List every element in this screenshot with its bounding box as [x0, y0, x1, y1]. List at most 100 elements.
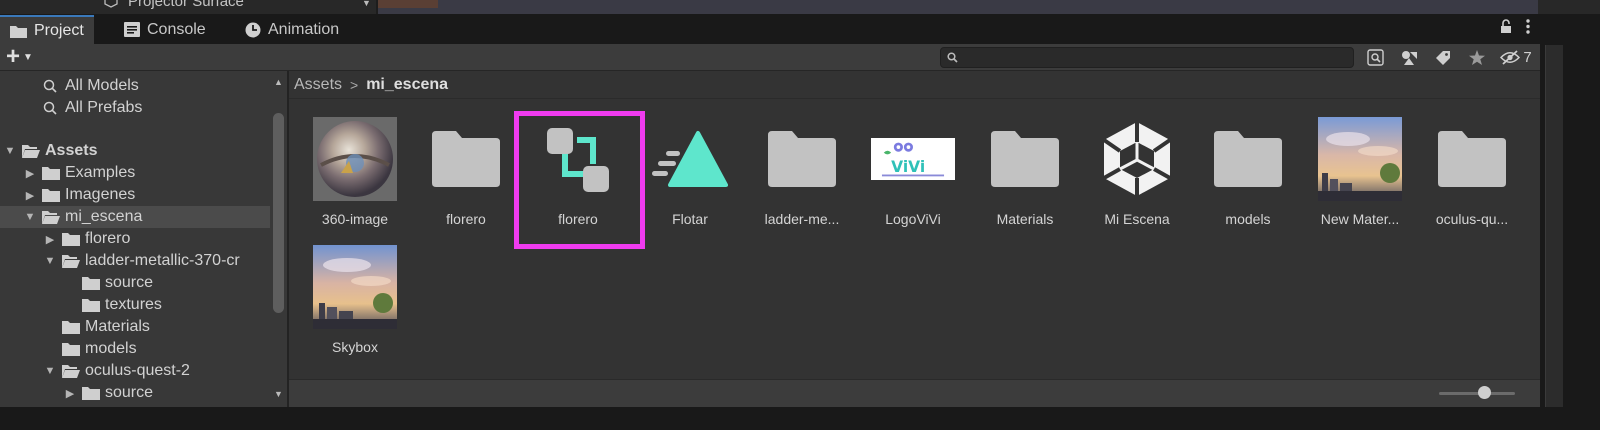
expand-arrow-icon[interactable]: ▼ [24, 211, 36, 223]
expand-arrow-icon[interactable]: ▶ [44, 233, 56, 246]
asset-mi-escena[interactable]: Mi Escena [1081, 117, 1193, 243]
breadcrumb: Assets > mi_escena [289, 71, 1540, 99]
asset-logovivi[interactable]: ViVi LogoViVi [857, 117, 969, 243]
chevron-down-icon: ▼ [23, 51, 33, 63]
folder-icon [62, 343, 80, 356]
zoom-slider-handle[interactable] [1478, 386, 1491, 399]
open-folder-icon [62, 255, 80, 268]
project-toolbar: + ▼ 7 [0, 44, 1540, 71]
asset-materials-folder[interactable]: Materials [969, 117, 1081, 243]
tab-bar: Project Console Animation [0, 15, 1540, 44]
console-icon [124, 22, 140, 37]
asset-label: oculus-qu... [1435, 211, 1509, 227]
breadcrumb-root[interactable]: Assets [294, 76, 342, 94]
tree-item-label: All Models [65, 77, 139, 94]
tree-item-label: florero [85, 230, 131, 247]
hidden-packages-toggle[interactable]: 7 [1494, 47, 1538, 68]
asset-skybox[interactable]: Skybox [299, 245, 411, 371]
lock-icon[interactable] [1500, 19, 1512, 34]
eye-slash-icon [1500, 50, 1521, 65]
search-input[interactable] [963, 48, 1348, 67]
expand-arrow-icon[interactable]: ▶ [24, 167, 36, 180]
tab-console[interactable]: Console [114, 15, 216, 44]
breadcrumb-separator: > [350, 76, 359, 93]
open-folder-icon [22, 145, 40, 158]
asset-florero-folder[interactable]: florero [410, 117, 522, 243]
shapes-icon [1401, 50, 1417, 65]
tab-project[interactable]: Project [0, 15, 94, 44]
folder-icon [768, 131, 836, 187]
asset-new-material[interactable]: New Mater... [1304, 117, 1416, 243]
zoom-slider[interactable] [1439, 392, 1515, 395]
expand-arrow-icon[interactable]: ▶ [64, 387, 76, 400]
tree-scrollbar[interactable]: ▲ ▼ [270, 71, 287, 407]
tree-item-materials[interactable]: Materials [0, 316, 270, 338]
filter-by-type-button[interactable] [1392, 47, 1426, 68]
tree-item-label: mi_escena [65, 208, 143, 225]
folder-icon [432, 131, 500, 187]
filter-by-label-button[interactable] [1426, 47, 1460, 68]
search-icon [43, 101, 57, 115]
folder-icon [1214, 131, 1282, 187]
folder-icon [10, 25, 27, 38]
search-scope-icon [1366, 49, 1384, 66]
gameobject-icon [104, 0, 118, 8]
hierarchy-strip: Projector Surface ▼ [0, 0, 1600, 14]
asset-label: Materials [996, 211, 1054, 227]
asset-360-image[interactable]: 360-image [299, 117, 411, 243]
search-field[interactable] [940, 47, 1354, 68]
asset-oculus-folder[interactable]: oculus-qu... [1416, 117, 1528, 243]
tree-item-oculus-source[interactable]: ▶ source [0, 382, 270, 404]
tree-item-ladder-metallic[interactable]: ▼ ladder-metallic-370-cr [0, 250, 270, 272]
favorite-button[interactable] [1460, 47, 1494, 68]
tree-item-florero[interactable]: ▶ florero [0, 228, 270, 250]
tree-item-oculus-quest-2[interactable]: ▼ oculus-quest-2 [0, 360, 270, 382]
asset-label: florero [446, 211, 486, 227]
breadcrumb-current[interactable]: mi_escena [366, 76, 448, 94]
tree-item-all-models[interactable]: All Models [0, 75, 270, 97]
asset-ladder-folder[interactable]: ladder-me... [746, 117, 858, 243]
star-icon [1469, 50, 1485, 65]
tree-item-label: source [105, 274, 154, 291]
kebab-menu-icon[interactable] [1526, 19, 1530, 34]
unity-scene-icon [1102, 122, 1172, 196]
folder-icon [1438, 131, 1506, 187]
scroll-up-icon[interactable]: ▲ [274, 77, 283, 87]
clock-icon [245, 22, 261, 37]
folder-icon [62, 321, 80, 334]
tree-item-assets[interactable]: ▼ Assets [0, 140, 270, 162]
tree-item-all-prefabs[interactable]: All Prefabs [0, 97, 270, 119]
inspector-scrollbar[interactable] [1545, 45, 1563, 407]
scroll-arrow-icon[interactable]: ▼ [362, 0, 371, 8]
tree-item-label: ladder-metallic-370-cr [85, 252, 240, 269]
asset-label: LogoViVi [885, 211, 941, 227]
search-scope-button[interactable] [1358, 47, 1392, 68]
expand-arrow-icon[interactable]: ▼ [44, 255, 56, 267]
scroll-down-icon[interactable]: ▼ [274, 389, 283, 399]
expand-arrow-icon[interactable]: ▼ [4, 145, 16, 157]
scene-view[interactable] [378, 0, 1538, 14]
tree-item-label: Imagenes [65, 186, 136, 203]
tree-item-models[interactable]: models [0, 338, 270, 360]
hierarchy-item-partial[interactable]: Projector Surface [128, 0, 244, 10]
expand-arrow-icon[interactable]: ▼ [44, 365, 56, 377]
tree-item-label: All Prefabs [65, 99, 143, 116]
tree-item-examples[interactable]: ▶ Examples [0, 162, 270, 184]
tree-item-mi-escena[interactable]: ▼ mi_escena [0, 206, 270, 228]
open-folder-icon [42, 211, 60, 224]
asset-label: 360-image [321, 211, 389, 227]
tab-animation[interactable]: Animation [235, 15, 349, 44]
scrollbar-thumb[interactable] [273, 113, 284, 313]
expand-arrow-icon[interactable]: ▶ [24, 189, 36, 202]
tree-item-imagenes[interactable]: ▶ Imagenes [0, 184, 270, 206]
folder-icon [42, 189, 60, 202]
asset-models-folder[interactable]: models [1192, 117, 1304, 243]
tree-item-source[interactable]: source [0, 272, 270, 294]
asset-label: Skybox [332, 339, 378, 355]
tree-item-textures[interactable]: textures [0, 294, 270, 316]
add-asset-button[interactable]: + ▼ [6, 45, 33, 69]
tree-item-label: Materials [85, 318, 150, 335]
skybox-thumbnail [313, 245, 397, 329]
hidden-count: 7 [1523, 49, 1532, 66]
asset-flotar[interactable]: Flotar [634, 117, 746, 243]
